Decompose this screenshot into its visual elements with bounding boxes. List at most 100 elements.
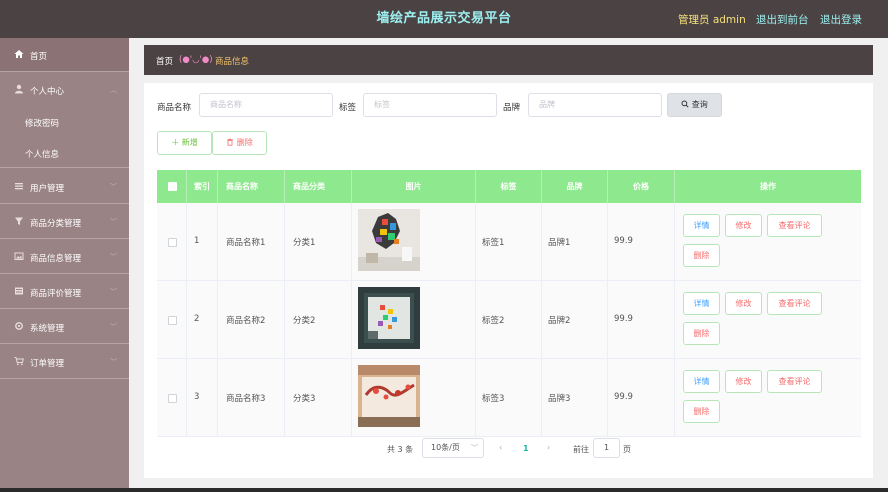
cell-price: 99.9 (608, 281, 675, 359)
cell-price: 99.9 (608, 359, 675, 437)
row-name: 商品名称2 (226, 316, 266, 326)
sidebar-item-order-mgmt[interactable]: 订单管理 ﹀ (0, 344, 129, 379)
row-checkbox[interactable] (168, 238, 177, 247)
select-all-checkbox[interactable] (168, 182, 177, 191)
page-number-current[interactable]: 1 (523, 444, 529, 462)
gear-icon (14, 321, 24, 334)
cell-category: 分类3 (285, 359, 352, 437)
breadcrumb-current: 商品信息 (215, 57, 250, 67)
header-brand[interactable]: 品牌 (542, 170, 608, 203)
breadcrumb-emoticon: (●'◡'●) (179, 55, 213, 65)
breadcrumb-home[interactable]: 首页 (156, 55, 173, 67)
row-checkbox[interactable] (168, 316, 177, 325)
sidebar-item-category-mgmt[interactable]: 商品分类管理 ﹀ (0, 204, 129, 239)
cell-brand: 品牌2 (542, 281, 608, 359)
product-image[interactable] (358, 287, 420, 349)
home-icon (14, 49, 24, 62)
delete-button[interactable]: 删除 (683, 322, 720, 345)
edit-button[interactable]: 修改 (725, 292, 762, 315)
add-button-label: 新增 (181, 138, 198, 147)
cell-name: 商品名称3 (218, 359, 285, 437)
query-button[interactable]: 查询 (667, 93, 722, 117)
goto-page-input[interactable]: 1 (593, 438, 620, 458)
cell-tag: 标签3 (476, 359, 542, 437)
bottom-bar (0, 488, 888, 492)
cell-index: 1 (187, 203, 218, 281)
breadcrumb: 首页 (●'◡'●) 商品信息 (144, 45, 873, 75)
plus-icon: ＋ (171, 138, 180, 147)
sidebar-item-label: 系统管理 (30, 324, 65, 334)
view-comments-button[interactable]: 查看评论 (767, 370, 822, 393)
chevron-up-icon: ︿ (110, 86, 117, 94)
row-tag: 标签3 (482, 394, 505, 404)
header-name[interactable]: 商品名称 (218, 170, 285, 203)
product-image[interactable] (358, 365, 420, 427)
cell-ops: 详情 修改 查看评论 删除 (675, 203, 861, 281)
row-price: 99.9 (614, 314, 633, 324)
page-suffix: 页 (623, 445, 631, 454)
detail-button[interactable]: 详情 (683, 214, 720, 237)
detail-button[interactable]: 详情 (683, 370, 720, 393)
detail-button[interactable]: 详情 (683, 292, 720, 315)
name-search-input[interactable]: 商品名称 (199, 93, 333, 117)
page-size-select[interactable]: 10条/页 ﹀ (422, 438, 484, 458)
header-price[interactable]: 价格 (608, 170, 675, 203)
product-image[interactable] (358, 209, 420, 271)
header-category[interactable]: 商品分类 (285, 170, 352, 203)
row-name: 商品名称1 (226, 238, 266, 248)
sidebar-item-product-mgmt[interactable]: 商品信息管理 ﹀ (0, 239, 129, 274)
main-area: 首页 (●'◡'●) 商品信息 商品名称 商品名称 标签 标签 品牌 品牌 查询… (129, 38, 888, 488)
sidebar-item-label: 商品评价管理 (30, 289, 82, 299)
add-button[interactable]: ＋ 新增 (157, 131, 212, 155)
row-checkbox[interactable] (168, 394, 177, 403)
cell-tag: 标签2 (476, 281, 542, 359)
logout-link[interactable]: 退出登录 (820, 12, 862, 27)
sidebar-item-label: 首页 (30, 52, 48, 62)
batch-delete-label: 删除 (236, 138, 253, 147)
cell-ops: 详情 修改 查看评论 删除 (675, 281, 861, 359)
chevron-down-icon: ﹀ (471, 444, 478, 452)
page-size-value: 10条/页 (431, 443, 460, 452)
sidebar-item-label: 用户管理 (30, 184, 65, 194)
table-header: 索引 商品名称 商品分类 图片 标签 品牌 价格 操作 (157, 170, 861, 203)
goto-front-link[interactable]: 退出到前台 (756, 12, 809, 27)
row-index: 1 (194, 236, 200, 246)
sidebar-item-label: 个人中心 (30, 87, 65, 97)
batch-delete-button[interactable]: 删除 (212, 131, 267, 155)
image-icon (14, 251, 24, 264)
cell-image (352, 359, 476, 437)
sidebar-item-personal-center[interactable]: 个人中心 ︿ (0, 72, 129, 107)
header-image[interactable]: 图片 (352, 170, 476, 203)
goto-label: 前往 (573, 445, 589, 454)
tag-search-label: 标签 (339, 103, 357, 113)
row-category: 分类1 (293, 238, 316, 248)
edit-button[interactable]: 修改 (725, 370, 762, 393)
delete-button[interactable]: 删除 (683, 400, 720, 423)
sidebar-item-label: 订单管理 (30, 359, 65, 369)
sidebar-item-system-mgmt[interactable]: 系统管理 ﹀ (0, 309, 129, 344)
search-icon (681, 100, 692, 109)
sidebar-item-user-mgmt[interactable]: 用户管理 ﹀ (0, 169, 129, 204)
sidebar-item-change-password[interactable]: 修改密码 (0, 107, 129, 138)
app-title: 墙绘产品展示交易平台 (376, 11, 512, 26)
header-index[interactable]: 索引 (187, 170, 218, 203)
sidebar-item-review-mgmt[interactable]: 商品评价管理 ﹀ (0, 274, 129, 309)
chevron-down-icon: ﹀ (110, 218, 117, 226)
top-bar: 墙绘产品展示交易平台 管理员 admin 退出到前台 退出登录 (0, 0, 888, 38)
edit-button[interactable]: 修改 (725, 214, 762, 237)
row-brand: 品牌1 (548, 238, 571, 248)
header-tag[interactable]: 标签 (476, 170, 542, 203)
sidebar-item-home[interactable]: 首页 (0, 38, 129, 72)
grid-icon (14, 286, 24, 299)
sidebar-item-personal-info[interactable]: 个人信息 (0, 138, 129, 168)
cell-image (352, 281, 476, 359)
delete-button[interactable]: 删除 (683, 244, 720, 267)
row-select-cell (157, 281, 187, 359)
total-count: 共 3 条 (387, 445, 414, 454)
next-page-button[interactable]: › (547, 443, 550, 461)
view-comments-button[interactable]: 查看评论 (767, 292, 822, 315)
tag-search-input[interactable]: 标签 (363, 93, 497, 117)
view-comments-button[interactable]: 查看评论 (767, 214, 822, 237)
prev-page-button[interactable]: ‹ (499, 443, 502, 461)
brand-search-input[interactable]: 品牌 (528, 93, 662, 117)
